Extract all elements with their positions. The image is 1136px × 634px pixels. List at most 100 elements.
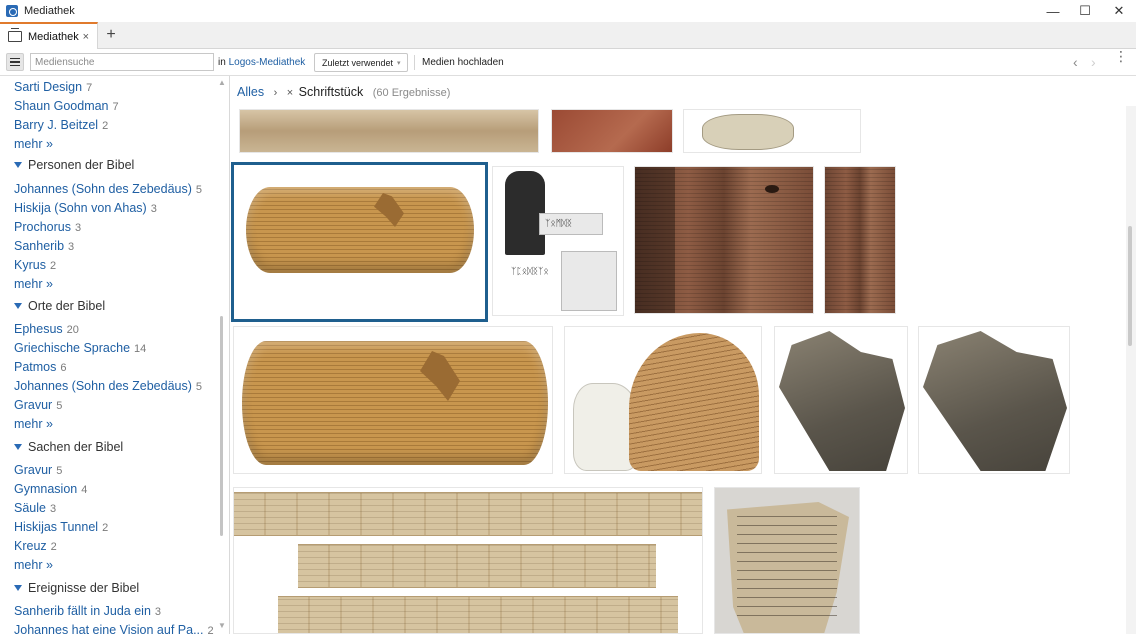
media-thumbnail[interactable] bbox=[683, 109, 861, 153]
minimize-button[interactable]: — bbox=[1036, 0, 1070, 22]
filter-item[interactable]: Kreuz 2 bbox=[14, 539, 57, 553]
breadcrumb-all-link[interactable]: Alles bbox=[237, 85, 264, 99]
prism-hole bbox=[765, 185, 779, 193]
filter-item[interactable]: Sanherib 3 bbox=[14, 239, 74, 253]
filter-item[interactable]: Griechische Sprache 14 bbox=[14, 341, 146, 355]
section-heading-sachen[interactable]: Sachen der Bibel bbox=[14, 440, 123, 454]
collapse-triangle-icon bbox=[14, 161, 22, 168]
results-scrollbar-track[interactable] bbox=[1126, 106, 1136, 634]
filter-item[interactable]: Johannes (Sohn des Zebedäus) 5 bbox=[14, 182, 202, 196]
tab-label: Mediathek bbox=[28, 30, 79, 43]
section-heading-ereignisse[interactable]: Ereignisse der Bibel bbox=[14, 581, 139, 595]
filter-item[interactable]: Prochorus 3 bbox=[14, 220, 81, 234]
scroll-down-icon[interactable]: ▼ bbox=[218, 621, 226, 630]
tab-mediathek[interactable]: Mediathek × bbox=[0, 22, 98, 49]
collapse-triangle-icon bbox=[14, 302, 22, 309]
filter-item[interactable]: Ephesus 20 bbox=[14, 322, 79, 336]
stone-fragment-image bbox=[779, 331, 905, 471]
media-thumbnail[interactable] bbox=[918, 326, 1070, 474]
manuscript-fragment bbox=[561, 251, 617, 311]
scroll-fragment-image bbox=[278, 596, 678, 633]
filter-item[interactable]: Hiskijas Tunnel 2 bbox=[14, 520, 108, 534]
filter-item[interactable]: Shaun Goodman 7 bbox=[14, 99, 119, 113]
filter-item[interactable]: Johannes hat eine Vision auf Pa... 2 bbox=[14, 623, 214, 634]
upload-media-button[interactable]: Medien hochladen bbox=[422, 57, 504, 68]
filter-item[interactable]: Patmos 6 bbox=[14, 360, 67, 374]
scope-link[interactable]: Logos-Mediathek bbox=[229, 57, 306, 68]
collapse-triangle-icon bbox=[14, 584, 22, 591]
add-tab-button[interactable]: + bbox=[100, 24, 122, 46]
title-bar: Mediathek — ☐ ✕ bbox=[0, 0, 1136, 22]
filter-item[interactable]: Gravur 5 bbox=[14, 463, 62, 477]
forward-arrow-icon[interactable]: › bbox=[1091, 54, 1096, 70]
stone-fragment-image bbox=[923, 331, 1067, 471]
media-library-icon bbox=[8, 28, 22, 42]
collapse-triangle-icon bbox=[14, 443, 22, 450]
media-thumbnail[interactable] bbox=[233, 326, 553, 474]
filter-item[interactable]: Kyrus 2 bbox=[14, 258, 56, 272]
menu-bar-icon bbox=[10, 64, 20, 67]
filter-item[interactable]: Johannes (Sohn des Zebedäus) 5 bbox=[14, 379, 202, 393]
results-scrollbar-thumb[interactable] bbox=[1128, 226, 1132, 346]
more-link[interactable]: mehr » bbox=[14, 277, 53, 291]
remove-filter-icon[interactable]: × bbox=[287, 87, 293, 99]
breadcrumb-separator: › bbox=[273, 87, 278, 99]
search-scope: in Logos-Mediathek bbox=[218, 57, 305, 68]
stele-inscription: ᛉᛟᛗᛞᛝ bbox=[545, 219, 573, 229]
recently-used-dropdown[interactable]: Zuletzt verwendet ▾ bbox=[314, 53, 408, 72]
maximize-button[interactable]: ☐ bbox=[1068, 0, 1102, 22]
recently-used-label: Zuletzt verwendet bbox=[322, 57, 394, 68]
window-title: Mediathek bbox=[24, 5, 75, 17]
prism-inscription bbox=[825, 167, 895, 313]
filter-item[interactable]: Sarti Design 7 bbox=[14, 80, 92, 94]
section-heading-personen[interactable]: Personen der Bibel bbox=[14, 158, 134, 172]
filter-item[interactable]: Sanherib fällt in Juda ein 3 bbox=[14, 604, 161, 618]
media-thumbnail[interactable] bbox=[239, 109, 539, 153]
filter-item[interactable]: Hiskija (Sohn von Ahas) 3 bbox=[14, 201, 157, 215]
media-thumbnail[interactable] bbox=[824, 166, 896, 314]
toolbar-divider bbox=[414, 55, 415, 70]
toolbar: in Logos-Mediathek Zuletzt verwendet ▾ M… bbox=[0, 49, 1136, 76]
media-results-panel: Alles › × Schriftstück (60 Ergebnisse) ᛉ… bbox=[231, 76, 1136, 634]
scope-prefix: in bbox=[218, 57, 226, 68]
filter-item[interactable]: Säule 3 bbox=[14, 501, 56, 515]
media-thumbnail[interactable] bbox=[233, 487, 703, 634]
ostracon-inscription bbox=[737, 514, 837, 624]
back-arrow-icon[interactable]: ‹ bbox=[1073, 54, 1078, 70]
more-link[interactable]: mehr » bbox=[14, 417, 53, 431]
media-thumbnail-selected[interactable] bbox=[231, 162, 488, 322]
media-search-input[interactable] bbox=[30, 53, 214, 71]
scroll-fragment-image bbox=[234, 492, 702, 536]
section-heading-orte[interactable]: Orte der Bibel bbox=[14, 299, 105, 313]
more-link[interactable]: mehr » bbox=[14, 558, 53, 572]
sidebar-scrollbar-thumb[interactable] bbox=[220, 316, 223, 536]
clay-cylinder-image bbox=[246, 187, 474, 273]
media-thumbnail[interactable] bbox=[634, 166, 814, 314]
prism-inscription bbox=[635, 167, 813, 313]
breadcrumb-current: Schriftstück bbox=[298, 85, 364, 99]
more-options-icon[interactable]: ⋮ bbox=[1114, 49, 1128, 63]
more-link[interactable]: mehr » bbox=[14, 137, 53, 151]
media-thumbnail[interactable] bbox=[774, 326, 908, 474]
results-count: (60 Ergebnisse) bbox=[372, 87, 451, 99]
media-thumbnail[interactable]: ᛉᛟᛗᛞᛝ ᛉᛈᛟᛞᛝᛉᛟ bbox=[492, 166, 624, 316]
media-thumbnail[interactable] bbox=[551, 109, 673, 153]
scroll-up-icon[interactable]: ▲ bbox=[218, 78, 226, 87]
close-window-button[interactable]: ✕ bbox=[1102, 0, 1136, 22]
chevron-down-icon: ▾ bbox=[397, 59, 401, 67]
filter-item[interactable]: Gravur 5 bbox=[14, 398, 62, 412]
hamburger-menu-button[interactable] bbox=[6, 53, 24, 71]
scroll-fragment-image bbox=[298, 544, 656, 588]
tab-close-icon[interactable]: × bbox=[83, 31, 89, 43]
media-thumbnail[interactable] bbox=[564, 326, 762, 474]
filter-item[interactable]: Barry J. Beitzel 2 bbox=[14, 118, 108, 132]
breadcrumb: Alles › × Schriftstück (60 Ergebnisse) bbox=[237, 85, 450, 99]
media-thumbnail[interactable] bbox=[714, 487, 860, 634]
filter-item[interactable]: Gymnasion 4 bbox=[14, 482, 87, 496]
logos-app-icon bbox=[6, 5, 18, 17]
menu-bar-icon bbox=[10, 57, 20, 60]
filter-sidebar: ▲ Sarti Design 7 Shaun Goodman 7 Barry J. … bbox=[0, 76, 230, 634]
menu-bar-icon bbox=[10, 61, 20, 63]
clay-cylinder-image bbox=[242, 341, 548, 465]
tab-strip: Mediathek × + bbox=[0, 22, 1136, 49]
